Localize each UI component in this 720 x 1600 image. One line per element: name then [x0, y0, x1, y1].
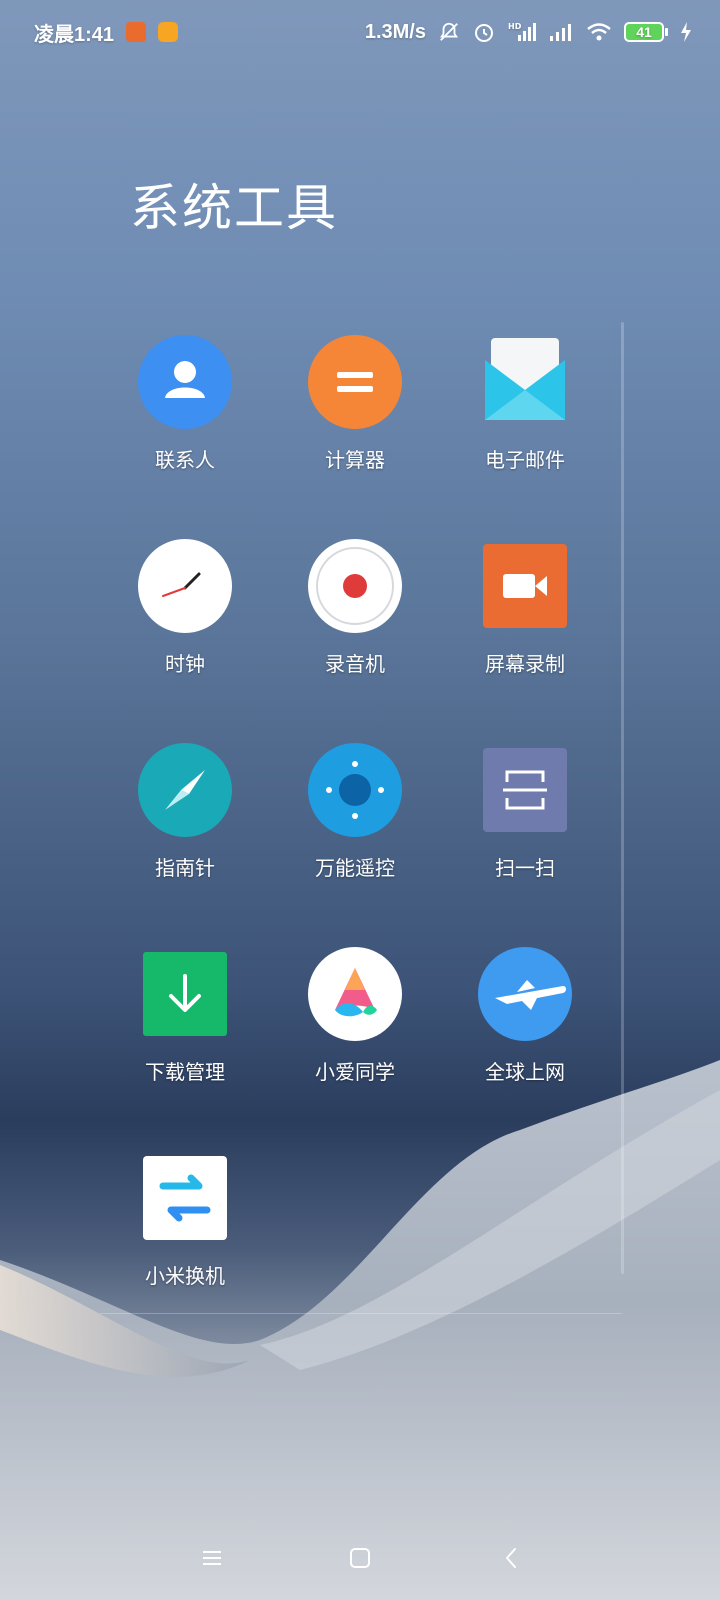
folder-title[interactable]: 系统工具 [130, 168, 338, 240]
status-bar: 凌晨1:41 1.3M/s HD 41 [0, 0, 720, 64]
app-label: 时钟 [165, 654, 205, 676]
email-icon [485, 338, 565, 420]
airplane-icon [478, 947, 572, 1041]
folder-scrollbar[interactable] [621, 322, 624, 1274]
app-email[interactable]: 电子邮件 [440, 318, 610, 522]
app-label: 录音机 [325, 654, 385, 676]
app-compass[interactable]: 指南针 [100, 726, 270, 930]
clock-icon [138, 539, 232, 633]
back-button[interactable] [482, 1528, 542, 1588]
alarm-icon [475, 24, 493, 42]
menu-button[interactable] [182, 1528, 242, 1588]
screen-record-app-icon [126, 22, 147, 42]
wifi-icon [587, 23, 611, 41]
calculator-icon [308, 335, 402, 429]
transfer-icon [143, 1156, 227, 1240]
menu-icon [203, 1551, 221, 1565]
app-remote-control[interactable]: 万能遥控 [270, 726, 440, 930]
app-download[interactable]: 下载管理 [100, 930, 270, 1134]
app-label: 联系人 [155, 450, 215, 472]
app-screen-record[interactable]: 屏幕录制 [440, 522, 610, 726]
folder-divider [100, 1313, 622, 1314]
xiaoai-icon [308, 947, 402, 1041]
hd-signal-icon: HD [508, 22, 536, 41]
home-button[interactable] [330, 1528, 390, 1588]
app-label: 全球上网 [485, 1062, 565, 1084]
back-icon [506, 1548, 516, 1568]
yellow-app-icon [158, 22, 179, 42]
app-label: 扫一扫 [495, 858, 555, 880]
compass-icon [138, 743, 232, 837]
contacts-icon [138, 335, 232, 429]
app-xiaoai[interactable]: 小爱同学 [270, 930, 440, 1134]
signal-icon [550, 24, 571, 41]
charging-icon [681, 22, 691, 42]
scanner-icon [483, 748, 567, 832]
battery-level: 41 [636, 24, 652, 40]
app-label: 下载管理 [145, 1062, 225, 1084]
app-calculator[interactable]: 计算器 [270, 318, 440, 522]
app-label: 指南针 [155, 858, 215, 880]
app-label: 计算器 [325, 450, 385, 472]
navigation-bar [0, 1520, 720, 1600]
net-speed: 1.3M/s [364, 20, 426, 43]
app-label: 小米换机 [145, 1266, 225, 1288]
recorder-icon [308, 539, 402, 633]
battery-icon: 41 [624, 22, 668, 42]
app-label: 屏幕录制 [485, 654, 565, 676]
app-recorder[interactable]: 录音机 [270, 522, 440, 726]
app-contacts[interactable]: 联系人 [100, 318, 270, 522]
app-label: 电子邮件 [485, 450, 565, 472]
app-scanner[interactable]: 扫一扫 [440, 726, 610, 930]
app-label: 万能遥控 [315, 858, 395, 880]
download-icon [143, 952, 227, 1036]
app-global-internet[interactable]: 全球上网 [440, 930, 610, 1134]
app-label: 小爱同学 [315, 1062, 395, 1084]
app-clock[interactable]: 时钟 [100, 522, 270, 726]
silent-bell-icon [439, 22, 459, 41]
status-time: 凌晨1:41 [34, 23, 115, 46]
home-icon [350, 1548, 370, 1568]
remote-control-icon [308, 743, 402, 837]
app-grid: 联系人 计算器 电子邮件 时钟 录音机 屏幕录制 指南针 万能遥控 扫一扫 下载… [100, 318, 610, 1338]
app-mi-mover[interactable]: 小米换机 [100, 1134, 270, 1338]
screen-record-icon [483, 544, 567, 628]
svg-text:HD: HD [508, 22, 522, 31]
